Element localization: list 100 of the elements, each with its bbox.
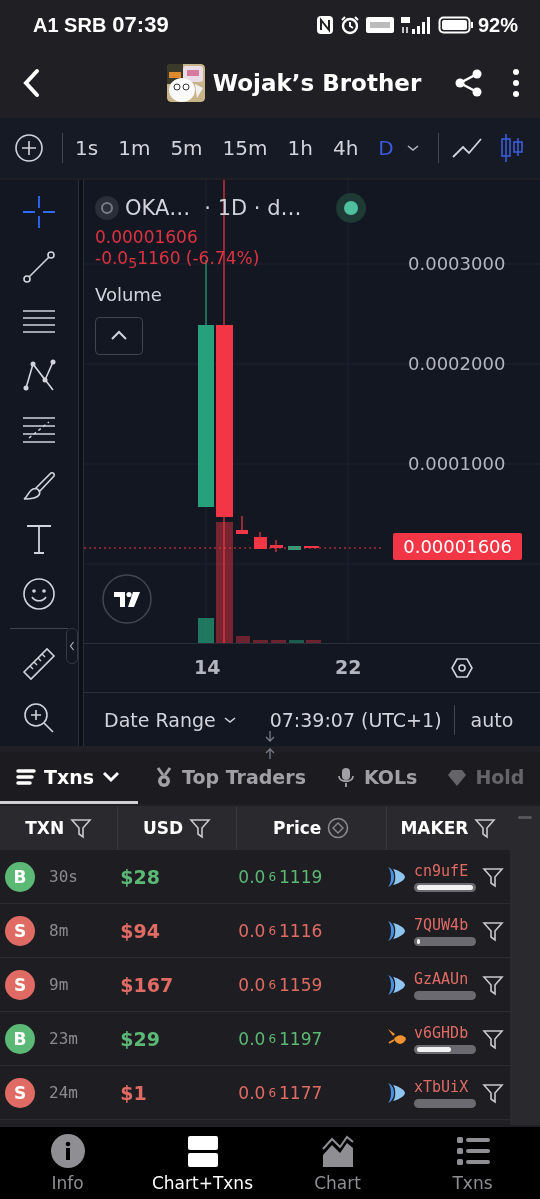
time-axis-label: 14	[194, 656, 221, 678]
age-cell: 8m	[49, 921, 69, 940]
volume-bar	[236, 636, 250, 643]
smiley-icon[interactable]	[21, 575, 57, 612]
tab-icon	[154, 766, 174, 787]
candle	[236, 515, 248, 534]
scrollbar[interactable]	[510, 806, 540, 1125]
carrier-name: A1 SRB	[33, 13, 107, 37]
fish-icon	[386, 972, 408, 997]
usd-cell-text: $94	[119, 919, 161, 942]
more-icon[interactable]	[512, 68, 520, 98]
crosshair-icon[interactable]	[21, 194, 57, 230]
volume-label: Volume	[95, 284, 162, 306]
interval-tab[interactable]: 1s	[75, 136, 99, 160]
volume-bar	[306, 640, 321, 643]
nav-tab[interactable]: Chart	[270, 1127, 405, 1199]
symbol-name[interactable]: OKA…	[125, 196, 191, 220]
info-icon	[49, 1133, 86, 1169]
auto-scale-toggle[interactable]: auto	[470, 708, 514, 731]
tab[interactable]: KOLs	[319, 752, 432, 804]
tradingview-logo[interactable]	[102, 574, 152, 624]
usd-cell-text: $1	[119, 1081, 148, 1104]
collapse-handle[interactable]	[66, 628, 78, 664]
filter-icon[interactable]	[482, 1027, 504, 1050]
usd-cell-text: $167	[119, 973, 175, 996]
interval-tab[interactable]: 1m	[118, 136, 151, 160]
price-axis-label: 0.0001000	[407, 452, 507, 476]
filter-icon[interactable]	[482, 1081, 504, 1104]
side-badge: S	[5, 969, 35, 1000]
side-badge: B	[5, 861, 35, 892]
token-name: Wojak’s Brother	[212, 70, 422, 96]
age-cell: 23m	[49, 1029, 78, 1048]
interval-tab[interactable]: 15m	[222, 136, 268, 160]
trend-line-icon[interactable]	[21, 248, 57, 285]
volume-bar	[271, 640, 286, 643]
fish-icon	[386, 918, 408, 943]
resize-arrows-icon[interactable]	[264, 730, 276, 760]
interval-tab[interactable]: 4h	[332, 136, 359, 160]
side-badge: B	[5, 1023, 35, 1054]
age-cell: 9m	[49, 975, 69, 994]
add-indicator-icon[interactable]	[14, 133, 44, 163]
time-axis-label: 22	[335, 656, 362, 678]
date-range-dropdown[interactable]: Date Range	[104, 708, 236, 731]
nfc-icon	[315, 15, 334, 35]
status-time: 07:39	[112, 12, 169, 38]
alarm-icon	[339, 15, 360, 35]
back-icon[interactable]	[22, 68, 42, 98]
interval-tab[interactable]: 1h	[287, 136, 313, 160]
battery-icon	[437, 15, 474, 35]
volte-icon	[365, 16, 394, 34]
maker-address[interactable]: cn9ufE	[414, 861, 476, 880]
area-chart-icon	[319, 1133, 356, 1169]
candle	[270, 539, 283, 553]
timezone-clock[interactable]: 07:39:07 (UTC+1)	[269, 708, 442, 731]
caret-icon[interactable]	[405, 143, 420, 153]
maker-address[interactable]: v6GHDb	[414, 1023, 476, 1042]
price-axis-label: 0.0003000	[407, 252, 507, 276]
maker-address[interactable]: 7QUW4b	[414, 915, 476, 934]
signal-icon	[399, 15, 432, 35]
ruler-icon[interactable]	[21, 645, 57, 682]
age-cell: 30s	[49, 867, 78, 886]
side-badge: S	[5, 1077, 35, 1108]
candlestick-icon[interactable]	[498, 133, 525, 163]
nav-tab[interactable]: Chart+Txns	[135, 1127, 270, 1199]
filter-icon	[70, 817, 93, 839]
share-icon[interactable]	[454, 68, 484, 98]
filter-icon[interactable]	[482, 919, 504, 942]
side-badge: S	[5, 915, 35, 946]
battery-level: 92%	[477, 13, 518, 37]
holding-bar	[414, 990, 476, 1000]
candle	[254, 531, 267, 549]
collapse-button[interactable]	[95, 317, 143, 356]
symbol-logo-icon	[95, 196, 119, 220]
volume-bar	[289, 640, 304, 643]
candle	[288, 546, 301, 550]
usd-cell-text: $29	[119, 1027, 161, 1050]
filter-icon[interactable]	[482, 973, 504, 996]
maker-address[interactable]: xTbUiX	[414, 1077, 476, 1096]
last-price-tag: 0.00001606	[393, 533, 522, 560]
nav-tab[interactable]: Txns	[405, 1127, 540, 1199]
filter-icon[interactable]	[482, 865, 504, 888]
volume-bar	[198, 618, 214, 643]
nav-tab[interactable]: Info	[0, 1127, 135, 1199]
column-header[interactable]: MAKER	[386, 806, 510, 850]
holding-bar	[414, 1098, 476, 1108]
filter-icon	[189, 817, 212, 839]
usd-cell-text: $28	[119, 865, 161, 888]
tab-icon	[335, 766, 356, 787]
volume-bar	[253, 640, 268, 643]
price-axis-label: 0.0002000	[407, 352, 507, 376]
toggle-icon	[327, 817, 350, 839]
tab[interactable]: Top Traders	[138, 752, 320, 804]
age-cell: 24m	[49, 1083, 78, 1102]
interval-tab[interactable]: 5m	[170, 136, 203, 160]
maker-address[interactable]: GzAAUn	[414, 969, 476, 988]
chevron-icon	[102, 770, 121, 783]
settings-icon[interactable]	[450, 656, 474, 680]
tab-icon	[16, 766, 36, 787]
fish-icon	[386, 1080, 408, 1105]
last-price: 0.00001606	[95, 227, 198, 248]
